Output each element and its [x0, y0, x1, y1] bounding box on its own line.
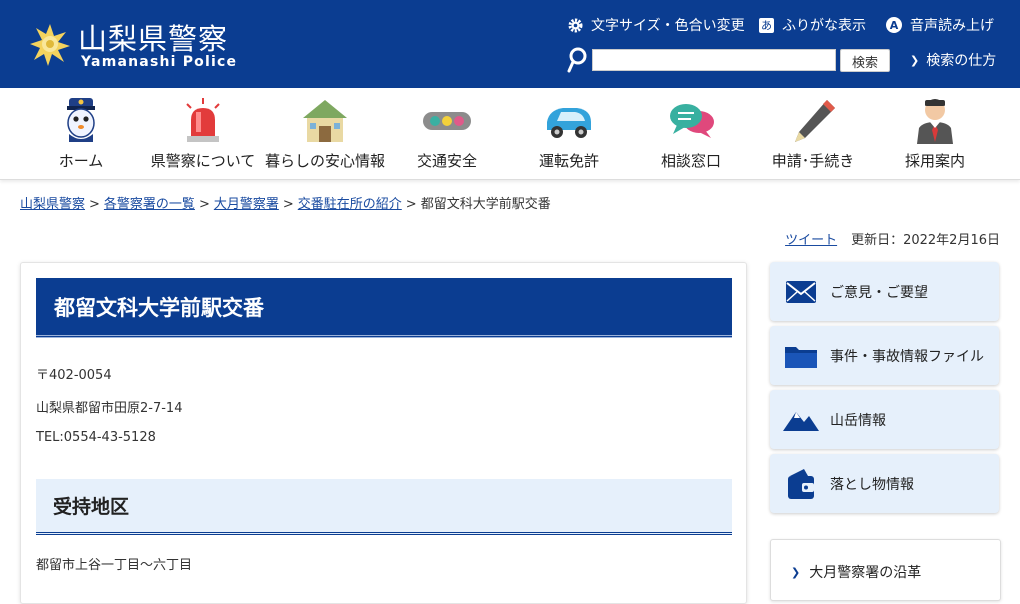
- voice-readout-link[interactable]: A 音声読み上げ: [886, 14, 994, 36]
- sidebar-link-history[interactable]: ❯ 大月警察署の沿革: [791, 562, 921, 582]
- furigana-toggle[interactable]: あ ふりがな表示: [759, 14, 866, 36]
- breadcrumb-separator: >: [405, 197, 417, 212]
- breadcrumb-separator: >: [282, 197, 294, 212]
- sidebar-icon-wrap: [776, 272, 826, 312]
- breadcrumb-link[interactable]: 交番駐在所の紹介: [298, 197, 402, 212]
- breadcrumb-link[interactable]: 大月警察署: [214, 197, 279, 212]
- breadcrumb-separator: >: [89, 197, 100, 212]
- sidebar-opinion-button[interactable]: ご意見・ご要望: [770, 262, 999, 321]
- breadcrumb: 山梨県警察 > 各警察署の一覧 > 大月警察署 > 交番駐在所の紹介 > 都留文科大学前駅交番: [20, 193, 551, 212]
- mountain-icon: [783, 411, 819, 431]
- nav-item-consultation[interactable]: 相談窓口: [630, 88, 752, 179]
- furigana-icon: あ: [759, 17, 774, 33]
- section-heading: 受持地区: [36, 479, 732, 535]
- nav-item-license[interactable]: 運転免許: [508, 88, 630, 179]
- mail-icon: [786, 280, 816, 303]
- folder-icon: [785, 346, 817, 368]
- search-button[interactable]: 検索: [840, 49, 890, 72]
- search-help-label: 検索の仕方: [926, 53, 997, 69]
- site-logo[interactable]: 山梨県警察 Yamanashi Police: [28, 18, 236, 70]
- postal-code: 〒402-0054: [36, 368, 112, 383]
- traffic-light-icon: [423, 112, 471, 130]
- tweet-link[interactable]: ツイート: [785, 229, 837, 248]
- sidebar-icon-wrap: [776, 464, 826, 504]
- global-nav: ホーム 県警察について 暮らしの安心情報 交通安全 運転免許 相談窓口 申請･手…: [0, 88, 1020, 180]
- police-mascot-icon: [67, 98, 95, 142]
- sidebar-incident-button[interactable]: 事件・事故情報ファイル: [770, 326, 999, 385]
- car-icon: [547, 108, 591, 138]
- breadcrumb-separator: >: [198, 197, 210, 212]
- nav-item-procedures[interactable]: 申請･手続き: [752, 88, 874, 179]
- nav-item-home[interactable]: ホーム: [20, 88, 142, 179]
- nav-label-home: ホーム: [58, 152, 104, 170]
- telephone: TEL:0554-43-5128: [36, 430, 156, 445]
- siren-icon: [186, 98, 220, 142]
- police-emblem-icon: [30, 24, 70, 66]
- chat-bubbles-icon: [670, 104, 714, 138]
- search-input[interactable]: [592, 49, 836, 71]
- sidebar-link-label: 大月警察署の沿革: [809, 565, 922, 581]
- main-content: 都留文科大学前駅交番 〒402-0054 山梨県都留市田原2-7-14 TEL:…: [20, 262, 747, 604]
- search-icon: [567, 47, 587, 73]
- nav-label-license: 運転免許: [538, 152, 599, 170]
- breadcrumb-link[interactable]: 山梨県警察: [20, 197, 85, 212]
- sidebar-mountain-button[interactable]: 山岳情報: [770, 390, 999, 449]
- furigana-label: ふりがな表示: [782, 18, 866, 34]
- breadcrumb-current: 都留文科大学前駅交番: [420, 197, 551, 212]
- sidebar-links-box: ❯ 大月警察署の沿革: [770, 539, 1001, 601]
- voice-icon: A: [886, 17, 902, 33]
- nav-label-recruitment: 採用案内: [904, 152, 965, 170]
- sidebar-lost-property-button[interactable]: 落とし物情報: [770, 454, 999, 513]
- voice-readout-label: 音声読み上げ: [910, 18, 994, 34]
- font-color-settings-label: 文字サイズ・色合い変更: [591, 18, 745, 34]
- section-body: 都留市上谷一丁目〜六丁目: [36, 558, 193, 573]
- house-icon: [303, 100, 347, 142]
- wallet-icon: [788, 468, 814, 499]
- font-color-settings-link[interactable]: 文字サイズ・色合い変更: [567, 14, 745, 36]
- officer-icon: [917, 99, 953, 144]
- nav-label-consultation: 相談窓口: [660, 152, 721, 170]
- sidebar-mountain-label: 山岳情報: [830, 412, 886, 429]
- nav-label-procedures: 申請･手続き: [771, 152, 855, 170]
- sidebar-icon-wrap: [776, 336, 826, 376]
- sidebar-icon-wrap: [776, 400, 826, 440]
- nav-item-traffic-safety[interactable]: 交通安全: [386, 88, 508, 179]
- address: 山梨県都留市田原2-7-14: [36, 401, 183, 416]
- updated-date: 更新日：2022年2月16日: [851, 233, 1000, 248]
- search-help-link[interactable]: ❯ 検索の仕方: [910, 50, 996, 70]
- site-subtitle: Yamanashi Police: [81, 54, 238, 70]
- nav-item-about[interactable]: 県警察について: [142, 88, 264, 179]
- pen-icon: [795, 100, 835, 142]
- site-title: 山梨県警察: [78, 22, 229, 56]
- nav-item-recruitment[interactable]: 採用案内: [874, 88, 996, 179]
- nav-label-safety-info: 暮らしの安心情報: [264, 152, 385, 170]
- site-header: 山梨県警察 Yamanashi Police 文字サイズ・色合い変更 あ ふりが…: [0, 0, 1020, 88]
- chevron-right-icon: ❯: [791, 565, 801, 579]
- nav-label-traffic-safety: 交通安全: [416, 152, 477, 170]
- sidebar-incident-label: 事件・事故情報ファイル: [830, 348, 984, 365]
- chevron-right-icon: ❯: [910, 53, 920, 67]
- nav-item-safety-info[interactable]: 暮らしの安心情報: [264, 88, 386, 179]
- sidebar-lost-property-label: 落とし物情報: [830, 476, 914, 493]
- nav-label-about: 県警察について: [150, 152, 256, 170]
- sidebar-opinion-label: ご意見・ご要望: [830, 284, 928, 301]
- page-title: 都留文科大学前駅交番: [36, 278, 732, 338]
- page-meta: ツイート 更新日：2022年2月16日: [785, 229, 1000, 248]
- gear-icon: [568, 18, 583, 32]
- breadcrumb-link[interactable]: 各警察署の一覧: [104, 197, 195, 212]
